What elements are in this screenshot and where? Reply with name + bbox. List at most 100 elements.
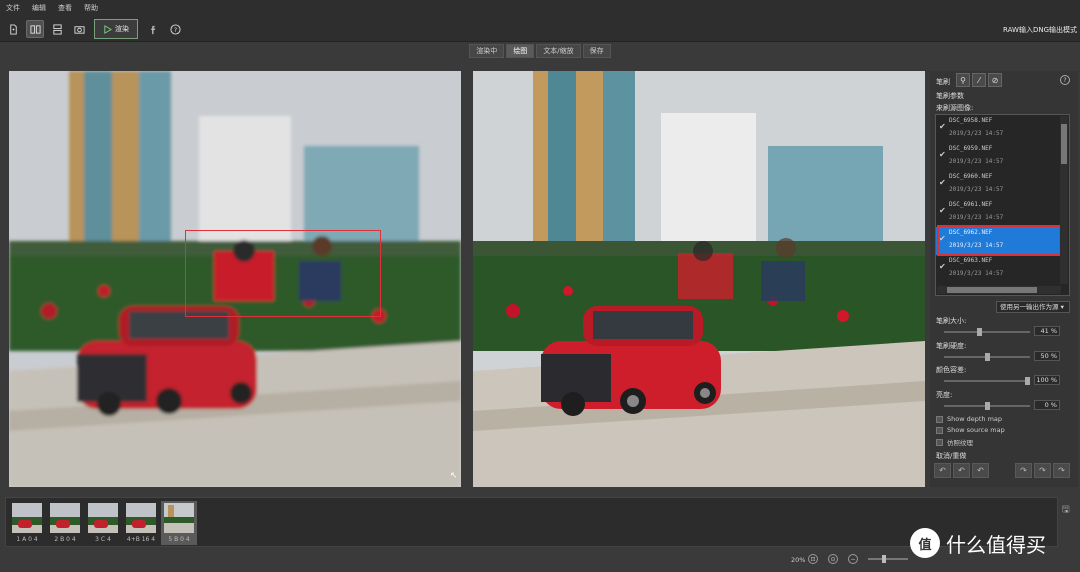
undo-icon[interactable]: ↶ (953, 463, 970, 478)
thumb-image (12, 503, 42, 533)
filmstrip-thumb[interactable]: 1 A 0 4 (9, 501, 45, 545)
list-item[interactable]: ✔ DSC_6960.NEF 2019/3/23 14:57 (936, 171, 1060, 199)
color-tolerance-value[interactable]: 100 % (1034, 375, 1060, 385)
result-image-viewer[interactable] (473, 71, 925, 487)
list-item[interactable]: ✔ DSC_6961.NEF 2019/3/23 14:57 (936, 199, 1060, 227)
brush-tools: ⚲ ⁄ ⊘ (956, 73, 1002, 87)
thumb-caption: 2 B 0 4 (54, 536, 76, 543)
help-icon[interactable]: ? (166, 20, 184, 38)
watermark: 值 什么值得买 (910, 528, 1046, 558)
panel-title: 笔刷 (936, 78, 950, 86)
checkbox-icon[interactable]: ✔ (939, 123, 947, 131)
new-file-icon[interactable] (4, 20, 22, 38)
list-item[interactable]: ✔ DSC_6958.NEF 2019/3/23 14:57 (936, 115, 1060, 143)
undo-redo-label: 取消/重做 (936, 452, 967, 460)
color-tolerance-label: 颜色容差: (936, 366, 967, 374)
tab-bar: 渲染中 绘图 文本/缩放 保存 (0, 44, 1080, 62)
zoom-actual-icon[interactable]: ⊙ (828, 554, 838, 564)
brush-area-rectangle (185, 230, 381, 317)
camera-icon[interactable] (70, 20, 88, 38)
split-view-icon[interactable] (26, 20, 44, 38)
checkbox-icon[interactable]: ✔ (939, 207, 947, 215)
brush-size-value[interactable]: 41 % (1034, 326, 1060, 336)
file-name: DSC_6958.NEF (949, 117, 993, 124)
file-name: DSC_6961.NEF (949, 201, 993, 208)
brush-panel: 笔刷 ⚲ ⁄ ⊘ ? 笔刷参数 来刷源图像: ✔ DSC_6958.NEF 20… (930, 71, 1078, 487)
brightness-slider[interactable] (944, 402, 1030, 410)
file-name: DSC_6960.NEF (949, 173, 993, 180)
play-icon (104, 24, 112, 34)
render-button[interactable]: 渲染 (94, 19, 138, 39)
tab-text-zoom[interactable]: 文本/缩放 (536, 44, 581, 58)
brush-size-label: 笔刷大小: (936, 317, 967, 325)
menu-edit[interactable]: 编辑 (32, 3, 46, 13)
zoom-level: 20% (791, 556, 806, 564)
filmstrip-thumb[interactable]: 3 C 4 (85, 501, 121, 545)
file-date: 2019/3/23 14:57 (949, 158, 1004, 165)
redo-step-icon[interactable]: ↷ (1015, 463, 1032, 478)
brightness-label: 亮度: (936, 391, 953, 399)
zoom-slider[interactable] (868, 555, 908, 563)
thumb-image (126, 503, 156, 533)
brush-hardness-label: 笔刷硬度: (936, 342, 967, 350)
brush-params-label: 笔刷参数 (936, 92, 964, 100)
list-horizontal-scrollbar[interactable] (937, 286, 1061, 294)
viewer-divider[interactable] (462, 71, 472, 487)
tab-paint[interactable]: 绘图 (506, 44, 535, 58)
list-vertical-scrollbar[interactable] (1060, 116, 1068, 284)
brightness-value[interactable]: 0 % (1034, 400, 1060, 410)
zoom-controls: ⊡ ⊙ − (808, 554, 908, 564)
checkbox-icon[interactable]: ✔ (939, 263, 947, 271)
undo-all-icon[interactable]: ↶ (934, 463, 951, 478)
zoom-out-icon[interactable]: − (848, 554, 858, 564)
brush-size-slider[interactable] (944, 328, 1030, 336)
clone-brush-icon[interactable]: ⚲ (956, 73, 970, 87)
watermark-text: 什么值得买 (946, 532, 1046, 557)
save-icon[interactable]: 🖫 (1062, 502, 1070, 518)
zoom-fit-icon[interactable]: ⊡ (808, 554, 818, 564)
panel-help-icon[interactable]: ? (1060, 75, 1070, 85)
selection-highlight (937, 225, 1061, 256)
list-item[interactable]: ✔ DSC_6963.NEF 2019/3/23 14:57 (936, 255, 1060, 283)
thumb-image (50, 503, 80, 533)
checkbox-icon[interactable]: ✔ (939, 179, 947, 187)
facebook-icon[interactable] (144, 20, 162, 38)
filmstrip-thumb-active[interactable]: 5 B 0 4 (161, 501, 197, 545)
toolbar: 渲染 ? (0, 16, 1080, 42)
watermark-logo: 值 (910, 528, 940, 558)
erase-brush-icon[interactable]: ⊘ (988, 73, 1002, 87)
undo-step-icon[interactable]: ↶ (972, 463, 989, 478)
svg-text:?: ? (173, 25, 176, 33)
menu-bar: 文件 编辑 查看 帮助 (0, 0, 1080, 16)
checkbox-icon[interactable]: ✔ (939, 151, 947, 159)
paint-brush-icon[interactable]: ⁄ (972, 73, 986, 87)
file-date: 2019/3/23 14:57 (949, 130, 1004, 137)
source-image-viewer[interactable]: ↖ (9, 71, 461, 487)
cursor-icon: ↖ (450, 471, 458, 481)
show-source-map-checkbox[interactable]: Show source map (936, 426, 1005, 434)
thumb-caption: 3 C 4 (95, 536, 111, 543)
thumb-image (88, 503, 118, 533)
source-file-list[interactable]: ✔ DSC_6958.NEF 2019/3/23 14:57 ✔ DSC_695… (935, 114, 1070, 296)
brush-hardness-value[interactable]: 50 % (1034, 351, 1060, 361)
source-select[interactable]: 使用另一输出作为源 ▾ (996, 301, 1070, 313)
tab-save[interactable]: 保存 (582, 44, 611, 58)
show-depth-map-checkbox[interactable]: Show depth map (936, 415, 1002, 423)
redo-all-icon[interactable]: ↷ (1053, 463, 1070, 478)
menu-help[interactable]: 帮助 (84, 3, 98, 13)
tab-rendering[interactable]: 渲染中 (469, 44, 505, 58)
output-filmstrip: 1 A 0 4 2 B 0 4 3 C 4 4+B 16 4 5 B 0 4 (5, 497, 1058, 547)
source-image-label: 来刷源图像: (936, 104, 974, 112)
list-item[interactable]: ✔ DSC_6959.NEF 2019/3/23 14:57 (936, 143, 1060, 171)
mimic-texture-checkbox[interactable]: 仿照纹理 (936, 437, 973, 447)
filmstrip-thumb[interactable]: 2 B 0 4 (47, 501, 83, 545)
color-tolerance-slider[interactable] (944, 377, 1030, 385)
menu-file[interactable]: 文件 (6, 3, 20, 13)
menu-view[interactable]: 查看 (58, 3, 72, 13)
brush-hardness-slider[interactable] (944, 353, 1030, 361)
render-label: 渲染 (115, 25, 129, 33)
filmstrip-thumb[interactable]: 4+B 16 4 (123, 501, 159, 545)
file-date: 2019/3/23 14:57 (949, 214, 1004, 221)
redo-icon[interactable]: ↷ (1034, 463, 1051, 478)
stacked-view-icon[interactable] (48, 20, 66, 38)
